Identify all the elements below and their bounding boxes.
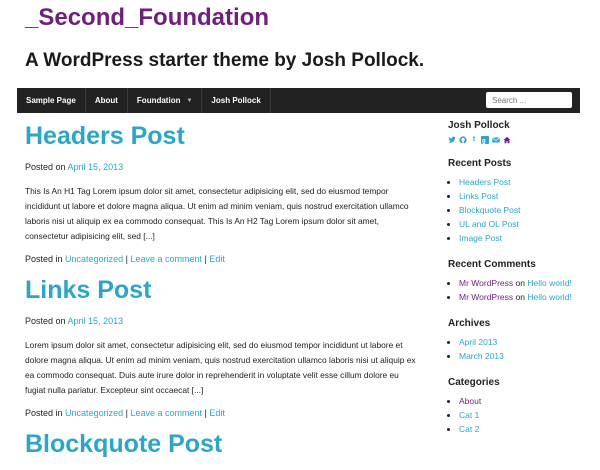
list-item: Links Post xyxy=(459,189,588,203)
recent-comments-list: Mr WordPress on Hello world! Mr WordPres… xyxy=(448,276,588,304)
list-item: Cat 1 xyxy=(459,408,588,422)
home-icon[interactable] xyxy=(503,136,511,144)
svg-text:g: g xyxy=(482,139,486,145)
widget-title-recent-comments: Recent Comments xyxy=(448,259,536,270)
list-item: About xyxy=(459,394,588,408)
comment-author-link[interactable]: Mr WordPress xyxy=(459,278,513,288)
nav-item-foundation-label: Foundation xyxy=(136,96,181,105)
list-item: Cat 2 xyxy=(459,422,588,436)
list-item: Mr WordPress on Hello world! xyxy=(459,276,588,290)
leave-comment-link[interactable]: Leave a comment xyxy=(130,254,202,264)
widget-archives: Archives April 2013 March 2013 xyxy=(448,318,588,363)
widget-title-author: Josh Pollock xyxy=(448,120,510,131)
list-item: Blockquote Post xyxy=(459,203,588,217)
site-title[interactable]: _Second_Foundation xyxy=(25,4,269,32)
archive-link[interactable]: April 2013 xyxy=(459,337,497,347)
posted-on-label: Posted on xyxy=(25,316,66,326)
post-title[interactable]: Links Post xyxy=(25,274,420,306)
post-meta: Posted on April 15, 2013 xyxy=(25,162,420,172)
comment-on-text: on xyxy=(515,292,525,302)
categories-list: About Cat 1 Cat 2 xyxy=(448,394,588,436)
post-blockquote: Blockquote Post xyxy=(25,428,420,460)
category-link[interactable]: Uncategorized xyxy=(65,254,123,264)
edit-link[interactable]: Edit xyxy=(209,408,225,418)
nav-item-foundation[interactable]: Foundation ▼ xyxy=(128,88,203,113)
list-item: Image Post xyxy=(459,231,588,245)
leave-comment-link[interactable]: Leave a comment xyxy=(130,408,202,418)
recent-post-link[interactable]: Links Post xyxy=(459,191,498,201)
post-meta: Posted on April 15, 2013 xyxy=(25,316,420,326)
category-link[interactable]: Cat 2 xyxy=(459,424,479,434)
separator: | xyxy=(204,254,207,264)
nav-item-sample-page[interactable]: Sample Page xyxy=(17,88,86,113)
google-plus-icon[interactable]: g xyxy=(481,136,489,144)
widget-author: Josh Pollock t g xyxy=(448,120,588,144)
primary-nav: Sample Page About Foundation ▼ Josh Poll… xyxy=(17,88,271,113)
comment-author-link[interactable]: Mr WordPress xyxy=(459,292,513,302)
caret-down-icon: ▼ xyxy=(186,97,193,104)
post-excerpt: This Is An H1 Tag Lorem ipsum dolor sit … xyxy=(25,186,409,241)
posted-in-label: Posted in xyxy=(25,408,63,418)
search-input[interactable] xyxy=(486,92,572,108)
twitter-icon[interactable] xyxy=(448,136,456,144)
nav-item-josh-pollock[interactable]: Josh Pollock xyxy=(202,88,271,113)
post-links: Links Post Posted on April 15, 2013 Lore… xyxy=(25,274,420,418)
recent-post-link[interactable]: UL and OL Post xyxy=(459,219,519,229)
list-item: April 2013 xyxy=(459,335,588,349)
post-footer: Posted in Uncategorized | Leave a commen… xyxy=(25,254,420,264)
post-date-link[interactable]: April 15, 2013 xyxy=(68,162,124,172)
list-item: Headers Post xyxy=(459,175,588,189)
widget-recent-posts: Recent Posts Headers Post Links Post Blo… xyxy=(448,158,588,245)
social-icons: t g xyxy=(448,136,588,144)
comment-post-link[interactable]: Hello world! xyxy=(527,278,571,288)
site-description: A WordPress starter theme by Josh Polloc… xyxy=(25,50,425,71)
post-headers: Headers Post Posted on April 15, 2013 Th… xyxy=(25,120,420,264)
list-item: UL and OL Post xyxy=(459,217,588,231)
archives-list: April 2013 March 2013 xyxy=(448,335,588,363)
github-icon[interactable] xyxy=(459,136,467,144)
archive-link[interactable]: March 2013 xyxy=(459,351,504,361)
separator: | xyxy=(125,408,128,418)
recent-posts-list: Headers Post Links Post Blockquote Post … xyxy=(448,175,588,245)
post-excerpt: Lorem ipsum dolor sit amet, consectetur … xyxy=(25,340,416,395)
tumblr-icon[interactable]: t xyxy=(470,136,478,144)
separator: | xyxy=(204,408,207,418)
recent-post-link[interactable]: Blockquote Post xyxy=(459,205,520,215)
post-title[interactable]: Blockquote Post xyxy=(25,428,420,460)
widget-title-archives: Archives xyxy=(448,318,491,329)
post-date-link[interactable]: April 15, 2013 xyxy=(68,316,124,326)
comment-post-link[interactable]: Hello world! xyxy=(527,292,571,302)
posted-on-label: Posted on xyxy=(25,162,66,172)
separator: | xyxy=(125,254,128,264)
category-link[interactable]: Uncategorized xyxy=(65,408,123,418)
nav-item-about[interactable]: About xyxy=(86,88,128,113)
sidebar: Josh Pollock t g Recent Posts Headers Po… xyxy=(448,120,588,450)
widget-title-categories: Categories xyxy=(448,377,500,388)
top-bar: Sample Page About Foundation ▼ Josh Poll… xyxy=(17,88,580,113)
edit-link[interactable]: Edit xyxy=(209,254,225,264)
widget-recent-comments: Recent Comments Mr WordPress on Hello wo… xyxy=(448,259,588,304)
recent-post-link[interactable]: Headers Post xyxy=(459,177,511,187)
recent-post-link[interactable]: Image Post xyxy=(459,233,502,243)
main-content: Headers Post Posted on April 15, 2013 Th… xyxy=(25,120,420,470)
post-title[interactable]: Headers Post xyxy=(25,120,420,152)
email-icon[interactable] xyxy=(492,136,500,144)
post-footer: Posted in Uncategorized | Leave a commen… xyxy=(25,408,420,418)
list-item: March 2013 xyxy=(459,349,588,363)
widget-title-recent-posts: Recent Posts xyxy=(448,158,512,169)
comment-on-text: on xyxy=(515,278,525,288)
posted-in-label: Posted in xyxy=(25,254,63,264)
category-link[interactable]: Cat 1 xyxy=(459,410,479,420)
category-link[interactable]: About xyxy=(459,396,481,406)
widget-categories: Categories About Cat 1 Cat 2 xyxy=(448,377,588,436)
list-item: Mr WordPress on Hello world! xyxy=(459,290,588,304)
